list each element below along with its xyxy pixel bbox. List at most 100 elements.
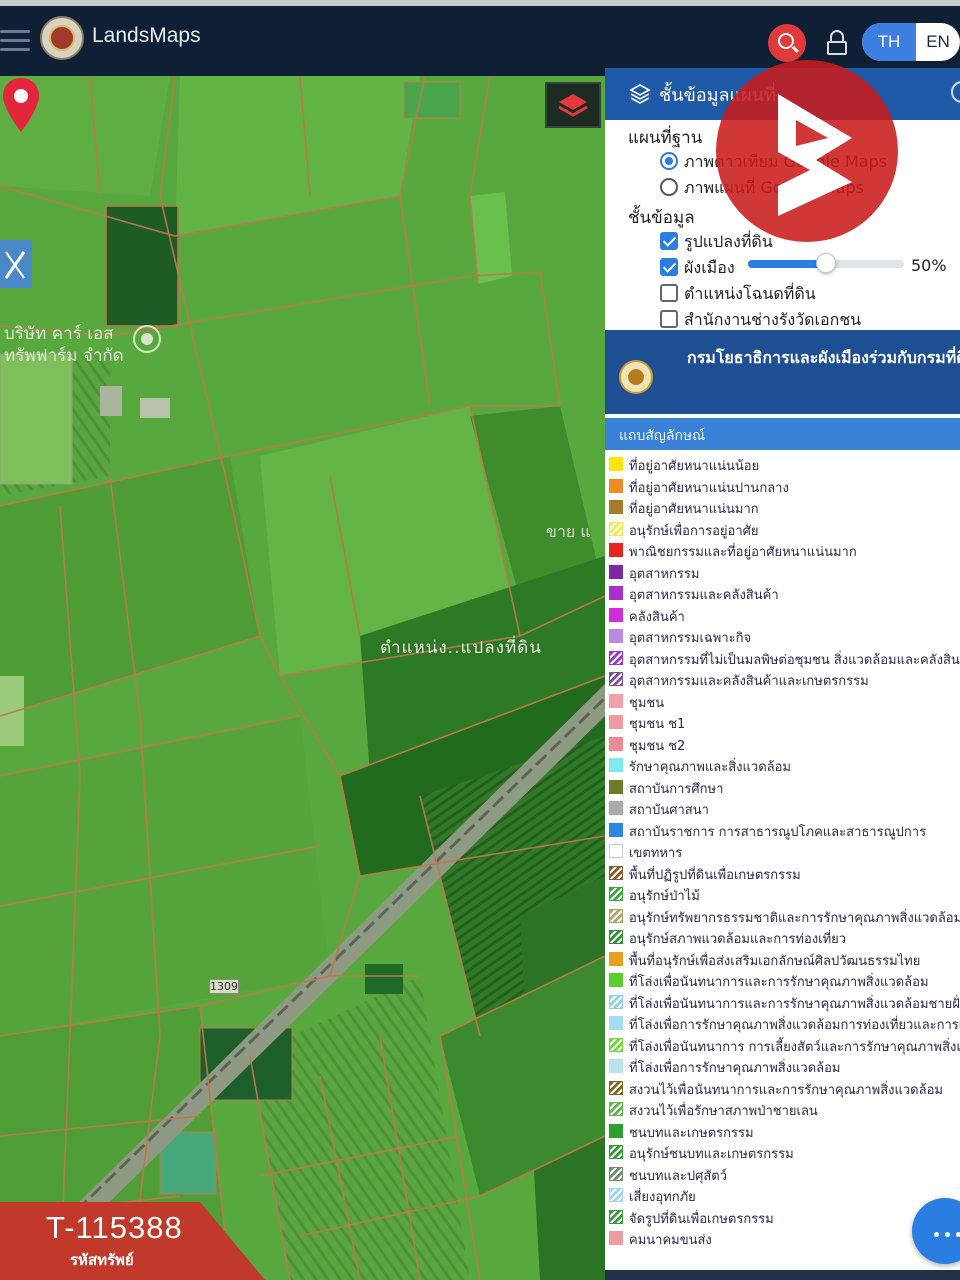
legend-label: ที่โล่งเพื่อการรักษาคุณภาพสิ่งแวดล้อม: [629, 1061, 841, 1076]
legend-swatch: [609, 500, 623, 514]
lang-th-button[interactable]: TH: [862, 23, 916, 61]
legend-label: อุตสาหกรรมและคลังสินค้าและเกษตรกรรม: [629, 674, 869, 689]
legend-swatch: [609, 478, 623, 493]
lang-en-button[interactable]: EN: [916, 23, 960, 61]
legend-label: ที่อยู่อาศัยหนาแน่นปานกลาง: [629, 480, 789, 496]
department-logo: [40, 16, 84, 60]
radio-map[interactable]: [660, 178, 678, 196]
map-layers-panel: ชั้นข้อมูลแผนที่ แผนที่ฐาน ภาพดาวเทียม G…: [605, 68, 960, 1280]
info-icon[interactable]: [951, 81, 960, 103]
legend-label: ที่โล่งเพื่อนันทนาการและการรักษาคุณภาพสิ…: [629, 975, 929, 990]
legend-swatch: [609, 1059, 623, 1073]
legend-swatch: [609, 1080, 623, 1095]
more-icon: •••: [932, 1228, 960, 1244]
satellite-parcels: [0, 76, 605, 1280]
menu-icon[interactable]: [0, 28, 32, 54]
layers-title: ชั้นข้อมูล: [628, 208, 695, 228]
legend-label: คมนาคมขนส่ง: [629, 1233, 712, 1248]
legend-swatch: [609, 715, 623, 729]
legend-label: อุตสาหกรรมที่ไม่เป็นมลพิษต่อชุมชน สิ่งแว…: [629, 652, 960, 668]
slider-handle[interactable]: [816, 253, 836, 273]
department-banner: กรมโยธาธิการและผังเมืองร่วมกับกรมที่ดิน: [605, 330, 960, 414]
legend-label: คลังสินค้า: [629, 609, 685, 625]
stack-icon: [629, 84, 651, 104]
legend-swatch: [609, 693, 623, 708]
search-button[interactable]: [768, 24, 806, 62]
location-pin-icon[interactable]: [0, 76, 42, 136]
legend-swatch: [609, 973, 623, 987]
legend-swatch: [609, 930, 623, 944]
checkbox-cityplan[interactable]: [660, 258, 678, 276]
sale-label: ขาย แ: [546, 522, 591, 541]
ruler-icon: [4, 251, 26, 279]
department-text: กรมโยธาธิการและผังเมืองร่วมกับกรมที่ดิน: [687, 348, 960, 367]
legend-label: สถาบันการศึกษา: [629, 781, 724, 797]
legend-label: เสี่ยงอุทกภัย: [629, 1190, 696, 1205]
legend-swatch: [609, 887, 623, 901]
pin-caption: ตำแหน่ง..แปลงที่ดิน: [380, 638, 542, 658]
lock-icon[interactable]: [826, 30, 848, 56]
legend-label: สงวนไว้เพื่อรักษาสภาพป่าชายเลน: [629, 1104, 818, 1119]
legend-label: อุตสาหกรรมเฉพาะกิจ: [629, 631, 752, 646]
legend-swatch: [609, 994, 623, 1009]
legend-label: ที่อยู่อาศัยหนาแน่นมาก: [629, 502, 759, 517]
checkbox-parcels[interactable]: [660, 232, 678, 250]
road-number-badge: 1309: [209, 979, 239, 994]
legend-swatch: [609, 1188, 623, 1202]
legend-swatch: [609, 1145, 623, 1159]
legend-label: พาณิชยกรรมและที่อยู่อาศัยหนาแน่นมาก: [629, 545, 857, 560]
legend-label: พื้นที่อนุรักษ์เพื่อส่งเสริมเอกลักษณ์ศิล…: [629, 953, 921, 969]
layer-label: ตำแหน่งโฉนดที่ดิน: [684, 284, 816, 303]
legend-swatch: [609, 951, 623, 966]
legend-label: อนุรักษ์สภาพแวดล้อมและการท่องเที่ยว: [629, 932, 847, 947]
legend-swatch: [609, 1123, 623, 1138]
legend-label: สถาบันศาสนา: [629, 803, 709, 818]
legend-swatch: [609, 650, 623, 665]
search-icon: [778, 33, 794, 49]
legend-label: อุตสาหกรรม: [629, 566, 700, 582]
panel-bottom-bar: [605, 1270, 960, 1280]
legend-swatch: [609, 457, 623, 471]
legend-label: สงวนไว้เพื่อนันทนาการและการรักษาคุณภาพสิ…: [629, 1082, 943, 1098]
legend-header: แถบสัญลักษณ์: [605, 418, 960, 450]
legend-label: สถาบันราชการ การสาธารณูปโภคและสาธารณูปกา…: [629, 824, 927, 840]
brand-logo-icon: [778, 94, 852, 216]
legend-label: ชนบทและเกษตรกรรม: [629, 1125, 754, 1141]
legend-label: ที่โล่งเพื่อการรักษาคุณภาพสิ่งแวดล้อมการ…: [629, 1018, 960, 1033]
legend-swatch: [609, 908, 623, 923]
checkbox-deed-position[interactable]: [660, 284, 678, 302]
legend-swatch: [609, 521, 623, 536]
legend-swatch: [609, 1037, 623, 1052]
legend-label: อนุรักษ์ทรัพยากรธรรมชาติและการรักษาคุณภา…: [629, 910, 960, 926]
legend-swatch: [609, 779, 623, 794]
map-canvas[interactable]: บริษัท คาร์ เอส ทรัพฟาร์ม จำกัด ขาย แ ตำ…: [0, 76, 605, 1280]
asset-id: T-115388: [46, 1210, 183, 1245]
opacity-slider[interactable]: [748, 253, 904, 273]
brand-watermark: [716, 60, 898, 242]
legend-label: อนุรักษ์ป่าไม้: [629, 889, 700, 904]
asset-label: รหัสทรัพย์: [70, 1251, 134, 1269]
layers-icon: [558, 94, 588, 117]
legend-label: จัดรูปที่ดินเพื่อเกษตรกรรม: [629, 1211, 774, 1227]
legend-label: ที่อยู่อาศัยหนาแน่นน้อย: [629, 459, 760, 474]
layer-label: ผังเมือง: [684, 258, 735, 277]
place-marker-icon: [133, 325, 161, 353]
legend-label: ที่โล่งเพื่อนันทนาการ การเลี้ยงสัตว์และก…: [629, 1039, 960, 1055]
layers-toggle-button[interactable]: [545, 82, 601, 128]
legend-swatch: [609, 865, 623, 880]
language-switch[interactable]: TH EN: [862, 23, 960, 61]
legend-swatch: [609, 564, 623, 579]
legend-swatch: [609, 1231, 623, 1245]
legend-label: ชุมชน: [629, 695, 665, 711]
app-title: LandsMaps: [92, 24, 201, 47]
measure-tools-button[interactable]: [0, 240, 32, 288]
legend-label: ที่โล่งเพื่อนันทนาการและการรักษาคุณภาพสิ…: [629, 996, 960, 1012]
radio-satellite[interactable]: [660, 152, 678, 170]
legend-swatch: [609, 1166, 623, 1181]
legend-swatch: [609, 822, 623, 837]
checkbox-private-surveyor[interactable]: [660, 310, 678, 328]
legend-swatch: [609, 607, 623, 622]
opacity-value: 50%: [911, 256, 947, 275]
legend-swatch: [609, 844, 623, 858]
legend-label: อุตสาหกรรมและคลังสินค้า: [629, 588, 779, 603]
